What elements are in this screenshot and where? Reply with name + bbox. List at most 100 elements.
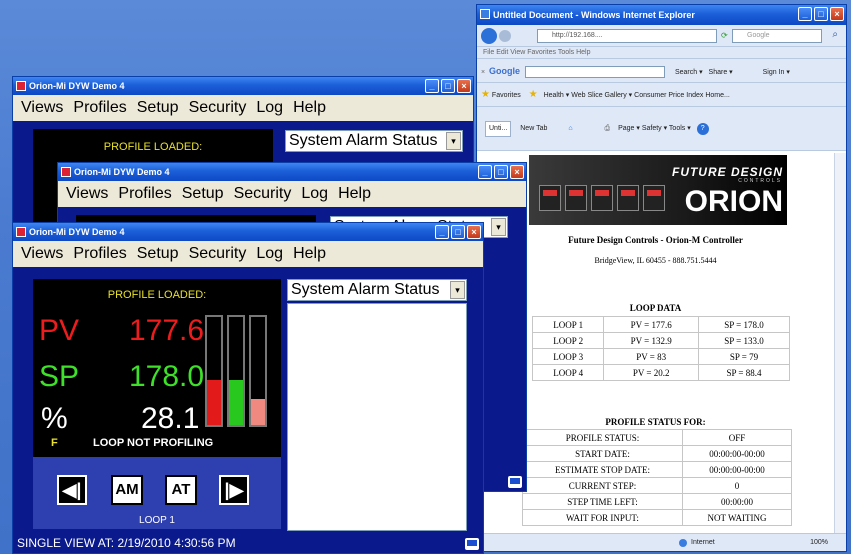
sp-label: SP	[39, 360, 80, 393]
autotune-button[interactable]: AT	[165, 475, 197, 505]
menu-help[interactable]: Help	[338, 185, 371, 203]
search-icon[interactable]: ⌕	[832, 29, 838, 40]
help-icon[interactable]: ?	[696, 123, 709, 135]
alarm-status-select[interactable]: System Alarm Status ▾	[287, 279, 467, 301]
orion-window-front: Orion-Mi DYW Demo 4 _ □ × Views Profiles…	[12, 222, 484, 554]
controller-image	[617, 185, 639, 211]
controller-image	[565, 185, 587, 211]
profile-loaded-label: PROFILE LOADED:	[107, 289, 207, 301]
alarm-status-value: System Alarm Status	[291, 281, 440, 298]
tab-new[interactable]: New Tab	[517, 122, 550, 136]
menu-security[interactable]: Security	[189, 99, 247, 117]
menu-help[interactable]: Help	[293, 99, 326, 117]
menu-log[interactable]: Log	[301, 185, 328, 203]
favorites-links[interactable]: Health ▾ Web Slice Gallery ▾ Consumer Pr…	[544, 92, 730, 99]
chevron-down-icon[interactable]: ▾	[491, 218, 506, 236]
app-icon	[16, 81, 26, 91]
menu-views[interactable]: Views	[66, 185, 108, 203]
add-favorite-icon[interactable]: ★	[529, 89, 538, 100]
print-icon[interactable]: ⎙	[605, 125, 611, 132]
window-titlebar[interactable]: Orion-Mi DYW Demo 4 _ □ ×	[13, 77, 473, 95]
zoom-level[interactable]: 100%	[810, 534, 828, 551]
alarm-status-value: System Alarm Status	[289, 132, 438, 149]
menu-profiles[interactable]: Profiles	[73, 245, 126, 263]
table-row: WAIT FOR INPUT: NOT WAITING	[522, 509, 792, 526]
refresh-icon[interactable]: ⟳	[721, 31, 728, 40]
menu-setup[interactable]: Setup	[182, 185, 224, 203]
output-percent-label: %	[41, 402, 68, 435]
menu-profiles[interactable]: Profiles	[73, 99, 126, 117]
ie-search-input[interactable]: Google	[732, 29, 822, 43]
vertical-scrollbar[interactable]	[834, 153, 846, 533]
alarm-status-select[interactable]: System Alarm Status ▾	[285, 130, 463, 152]
chevron-down-icon[interactable]: ▾	[450, 281, 465, 299]
units-label: F	[51, 437, 58, 449]
menu-log[interactable]: Log	[256, 99, 283, 117]
menu-profiles[interactable]: Profiles	[118, 185, 171, 203]
forward-icon[interactable]	[499, 30, 511, 42]
close-button[interactable]: ×	[467, 225, 481, 239]
alarm-list[interactable]	[287, 303, 467, 531]
chevron-down-icon[interactable]: ▾	[446, 132, 461, 150]
ie-tools-menu[interactable]: Page ▾ Safety ▾ Tools ▾	[618, 125, 691, 132]
ie-address-row: http://192.168.... ⟳ Google ⌕	[477, 25, 846, 47]
profile-loaded-label: PROFILE LOADED:	[103, 141, 203, 153]
auto-manual-button[interactable]: AM	[111, 475, 143, 505]
close-button[interactable]: ×	[510, 165, 524, 179]
minimize-button[interactable]: _	[798, 7, 812, 21]
table-row: ESTIMATE STOP DATE: 00:00:00-00:00	[522, 461, 792, 478]
minimize-button[interactable]: _	[435, 225, 449, 239]
output-bar	[249, 315, 267, 427]
pv-bar-fill	[207, 379, 221, 425]
window-titlebar[interactable]: Orion-Mi DYW Demo 4 _ □ ×	[58, 163, 526, 181]
close-toolbar-icon[interactable]: ×	[481, 69, 485, 76]
prev-loop-button[interactable]: ◀|	[57, 475, 87, 505]
menu-bar: Views Profiles Setup Security Log Help	[13, 95, 473, 121]
minimize-button[interactable]: _	[478, 165, 492, 179]
window-titlebar[interactable]: Orion-Mi DYW Demo 4 _ □ ×	[13, 223, 483, 241]
close-button[interactable]: ×	[830, 7, 844, 21]
menu-help[interactable]: Help	[293, 245, 326, 263]
close-button[interactable]: ×	[457, 79, 471, 93]
loop-name-label: LOOP 1	[139, 515, 175, 526]
menu-setup[interactable]: Setup	[137, 99, 179, 117]
maximize-button[interactable]: □	[494, 165, 508, 179]
sp-bar-fill	[229, 379, 243, 425]
menu-views[interactable]: Views	[21, 245, 63, 263]
loop-data-title: LOOP DATA	[629, 303, 682, 313]
back-icon[interactable]	[481, 28, 497, 44]
sign-in-button[interactable]: Sign In ▾	[763, 69, 790, 76]
ie-menubar[interactable]: File Edit View Favorites Tools Help	[477, 47, 846, 59]
pv-bar	[205, 315, 223, 427]
ie-titlebar[interactable]: Untitled Document - Windows Internet Exp…	[477, 5, 846, 25]
minimize-button[interactable]: _	[425, 79, 439, 93]
maximize-button[interactable]: □	[451, 225, 465, 239]
profile-status-title: PROFILE STATUS FOR:	[605, 417, 706, 427]
tab-row: Unti... New Tab ⌂ ⎙ Page ▾ Safety ▾ Tool…	[477, 107, 846, 151]
controller-image	[539, 185, 561, 211]
maximize-button[interactable]: □	[814, 7, 828, 21]
window-title: Orion-Mi DYW Demo 4	[74, 167, 170, 177]
loop-data-table: LOOP 1 PV = 177.6 SP = 178.0 LOOP 2 PV = 13…	[531, 316, 791, 381]
menu-security[interactable]: Security	[189, 245, 247, 263]
next-loop-button[interactable]: |▶	[219, 475, 249, 505]
maximize-button[interactable]: □	[441, 79, 455, 93]
menu-security[interactable]: Security	[234, 185, 292, 203]
loop-panel: PROFILE LOADED: PV 177.6 SP 178.0 % 28.1…	[33, 279, 281, 457]
home-icon[interactable]: ⌂	[568, 125, 572, 132]
google-search-box[interactable]	[525, 66, 665, 79]
google-search-button[interactable]: Search ▾	[675, 69, 703, 76]
table-row: LOOP 2 PV = 132.9 SP = 133.0	[531, 332, 791, 349]
tab-untitled[interactable]: Unti...	[485, 121, 512, 137]
internet-zone-icon	[679, 539, 687, 547]
ie-window: Untitled Document - Windows Internet Exp…	[476, 4, 847, 552]
google-logo: Google	[489, 66, 521, 76]
menu-views[interactable]: Views	[21, 99, 63, 117]
menu-setup[interactable]: Setup	[137, 245, 179, 263]
ie-app-icon	[480, 9, 490, 19]
menu-log[interactable]: Log	[256, 245, 283, 263]
table-row: CURRENT STEP: 0	[522, 477, 792, 494]
favorites-button[interactable]: Favorites	[492, 92, 521, 99]
address-bar[interactable]: http://192.168....	[537, 29, 717, 43]
share-button[interactable]: Share ▾	[709, 69, 733, 76]
